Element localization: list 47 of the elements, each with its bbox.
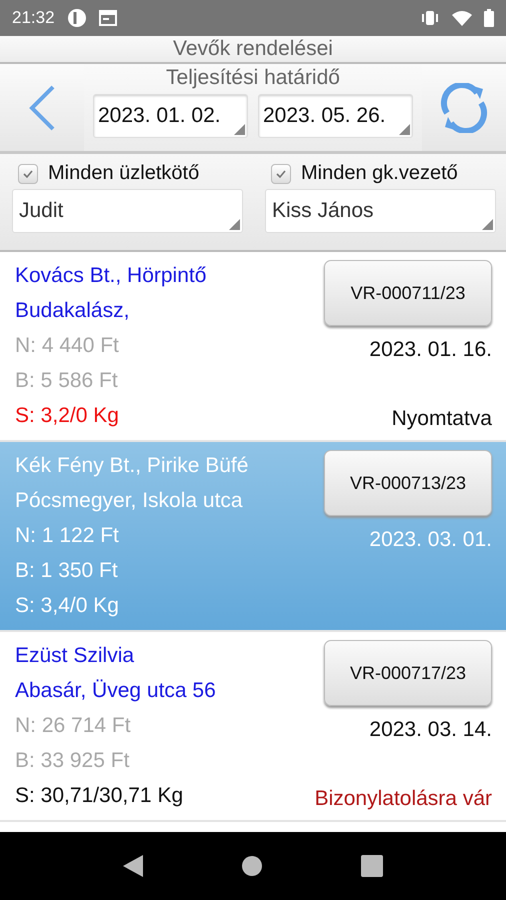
customer-address: Pócsmegyer, Iskola utca [15, 488, 244, 514]
customer-address: Budakalász, [15, 298, 130, 324]
order-number-button[interactable]: VR-000713/23 [324, 450, 492, 516]
dropdown-field[interactable]: Kiss János [265, 189, 496, 233]
battery-icon [484, 9, 494, 27]
calendar-icon [98, 10, 117, 26]
order-date: 2023. 03. 14. [369, 717, 492, 743]
weight-text: S: 3,2/0 Kg [15, 403, 120, 429]
home-icon[interactable] [241, 855, 263, 877]
customer-name: Kék Fény Bt., Pirike Büfé [15, 453, 250, 479]
checkbox[interactable] [271, 164, 291, 184]
gross-amount: B: 33 925 Ft [15, 748, 130, 774]
net-amount: N: 4 440 Ft [15, 333, 120, 359]
customer-name: Ezüst Szilvia [15, 643, 136, 669]
check-icon [22, 168, 34, 180]
back-icon[interactable] [123, 855, 143, 877]
checkbox-label: Minden üzletkötő [48, 162, 200, 185]
date-range-label: Teljesítési határidő [166, 66, 340, 90]
net-amount: N: 26 714 Ft [15, 713, 132, 739]
app-notification-icon [66, 8, 87, 28]
order-number-button[interactable]: VR-000711/23 [324, 260, 492, 326]
checkbox[interactable] [18, 164, 38, 184]
checkbox-label: Minden gk.vezető [301, 162, 458, 185]
net-amount: N: 1 122 Ft [15, 523, 120, 549]
refresh-icon [439, 82, 489, 132]
gross-amount: B: 1 350 Ft [15, 558, 119, 584]
wifi-icon [452, 10, 472, 26]
order-date: 2023. 03. 01. [369, 527, 492, 553]
refresh-button[interactable] [422, 64, 506, 151]
back-icon [27, 84, 57, 132]
dropdown-field[interactable]: Judit [12, 189, 243, 233]
screen-title: Vevők rendelései [173, 37, 333, 61]
status-time: 21:32 [12, 8, 55, 28]
weight-text: S: 3,4/0 Kg [15, 593, 120, 619]
date-from-field[interactable]: 2023. 01. 02. [93, 94, 248, 138]
vibrate-icon [420, 10, 440, 26]
order-status: Bizonylatolásra vár [314, 786, 492, 812]
gross-amount: B: 5 586 Ft [15, 368, 119, 394]
check-icon [275, 168, 287, 180]
back-button[interactable] [0, 64, 84, 151]
order-number-button[interactable]: VR-000717/23 [324, 640, 492, 706]
order-status: Nyomtatva [392, 406, 492, 432]
customer-name: Kovács Bt., Hörpintő [15, 263, 208, 289]
order-row[interactable]: Kék Fény Bt., Pirike Büfé Pócsmegyer, Iskola utca N: 1 122 Ft B: 1 350 Ft S: 3,4/0 Kg VR-000713/23 2023. 03. 01. [0, 442, 506, 632]
customer-address: Abasár, Üveg utca 56 [15, 678, 217, 704]
order-date: 2023. 01. 16. [369, 337, 492, 363]
date-to-field[interactable]: 2023. 05. 26. [258, 94, 413, 138]
